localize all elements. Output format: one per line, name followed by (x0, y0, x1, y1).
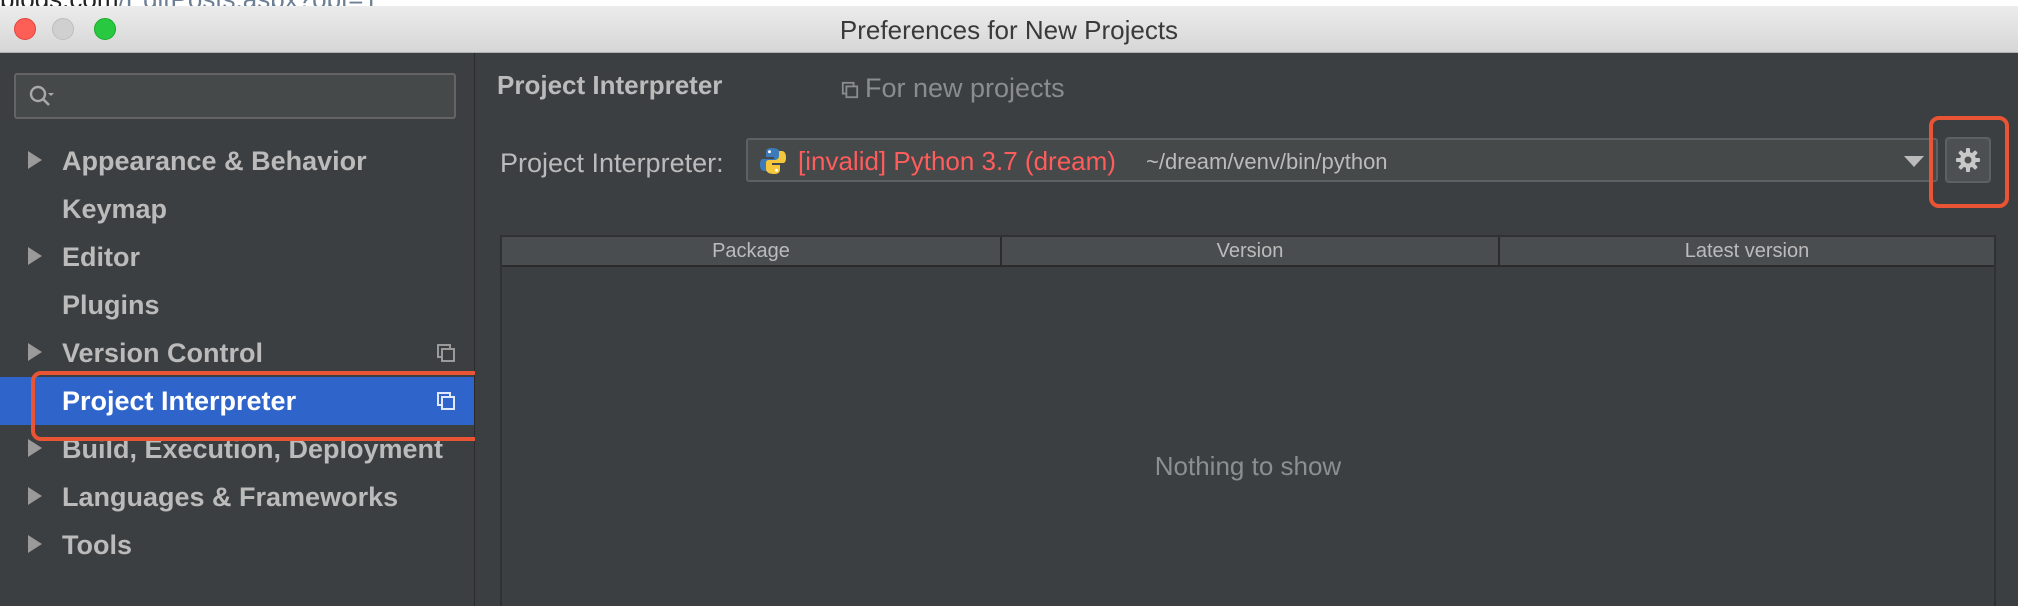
search-icon (29, 85, 54, 106)
scope-indicator: For new projects (841, 73, 1065, 104)
scope-label: For new projects (865, 73, 1065, 103)
sidebar-item-label: Languages & Frameworks (62, 482, 399, 512)
settings-search-input[interactable] (14, 73, 456, 119)
sidebar-item-label: Tools (62, 530, 132, 560)
preferences-window: Preferences for New Projects Appearance … (0, 6, 2018, 606)
expand-arrow-icon[interactable] (28, 487, 42, 505)
expand-arrow-icon[interactable] (28, 439, 42, 457)
packages-table[interactable]: Package Version Latest version (500, 235, 1996, 606)
column-header-latest-version[interactable]: Latest version (1498, 237, 1994, 265)
project-level-copy-icon (437, 344, 455, 362)
sidebar-item-editor[interactable]: Editor (0, 233, 474, 281)
interpreter-label: Project Interpreter: (500, 148, 724, 178)
annotation-highlight-box (31, 371, 495, 441)
sidebar-item-label: Version Control (62, 338, 264, 368)
sidebar-item-label: Editor (62, 242, 140, 272)
project-level-copy-icon (841, 81, 859, 98)
dropdown-arrow-icon[interactable] (1904, 156, 1924, 167)
column-header-version[interactable]: Version (1000, 237, 1498, 265)
settings-sidebar: Appearance & Behavior Keymap Editor Plug… (0, 53, 495, 606)
page-title: Project Interpreter (497, 70, 723, 100)
interpreter-path: ~/dream/venv/bin/python (1146, 149, 1388, 174)
interpreter-select[interactable]: [invalid] Python 3.7 (dream) ~/dream/ven… (746, 138, 1938, 182)
sidebar-item-languages-frameworks[interactable]: Languages & Frameworks (0, 473, 474, 521)
sidebar-item-label: Appearance & Behavior (62, 146, 367, 176)
window-title: Preferences for New Projects (839, 15, 1179, 45)
table-empty-message: Nothing to show (1154, 451, 1342, 481)
expand-arrow-icon[interactable] (28, 343, 42, 361)
sidebar-item-appearance-behavior[interactable]: Appearance & Behavior (0, 137, 474, 185)
sidebar-item-label: Keymap (62, 194, 168, 224)
annotation-highlight-box (1929, 116, 2009, 208)
expand-arrow-icon[interactable] (28, 535, 42, 553)
expand-arrow-icon[interactable] (28, 247, 42, 265)
title-bar: Preferences for New Projects (0, 6, 2018, 53)
column-header-package[interactable]: Package (502, 237, 1000, 265)
settings-content-panel: Project Interpreter For new projects Pro… (475, 53, 2018, 606)
sidebar-item-label: Plugins (62, 290, 160, 320)
python-icon (760, 148, 786, 174)
sidebar-item-tools[interactable]: Tools (0, 521, 474, 569)
sidebar-item-plugins[interactable]: Plugins (0, 281, 474, 329)
sidebar-item-version-control[interactable]: Version Control (0, 329, 474, 377)
expand-arrow-icon[interactable] (28, 151, 42, 169)
interpreter-name: [invalid] Python 3.7 (dream) (798, 146, 1116, 176)
sidebar-item-keymap[interactable]: Keymap (0, 185, 474, 233)
table-header: Package Version Latest version (502, 237, 1994, 267)
